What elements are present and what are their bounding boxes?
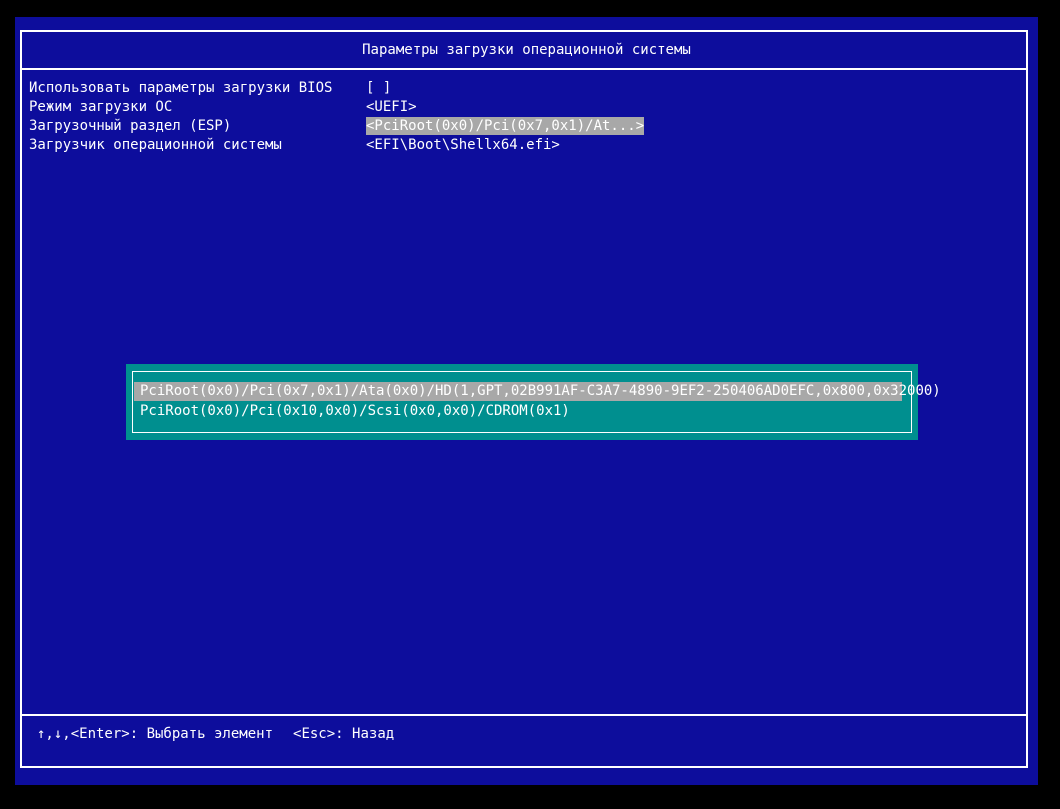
header-divider bbox=[20, 68, 1028, 70]
page-title: Параметры загрузки операционной системы bbox=[362, 42, 691, 58]
footer-nav-keys: ↑,↓,<Enter> bbox=[37, 726, 130, 742]
option-label-boot-mode: Режим загрузки ОС bbox=[29, 99, 173, 115]
popup-item-scsi-cdrom[interactable]: PciRoot(0x0)/Pci(0x10,0x0)/Scsi(0x0,0x0)… bbox=[134, 402, 570, 421]
footer-nav-action: : Выбрать элемент bbox=[129, 726, 274, 742]
option-value-os-loader[interactable]: <EFI\Boot\Shellx64.efi> bbox=[366, 136, 560, 154]
option-value-boot-mode[interactable]: <UEFI> bbox=[366, 98, 417, 116]
footer-back-action: : Назад bbox=[335, 726, 395, 742]
bios-screen: Параметры загрузки операционной системы … bbox=[15, 17, 1038, 785]
footer-back-key: <Esc> bbox=[293, 726, 336, 742]
esp-selection-popup: PciRoot(0x0)/Pci(0x7,0x1)/Ata(0x0)/HD(1,… bbox=[126, 364, 941, 440]
popup-item-ata-hd[interactable]: PciRoot(0x0)/Pci(0x7,0x1)/Ata(0x0)/HD(1,… bbox=[134, 382, 941, 401]
option-value-bios-params-checkbox[interactable]: [ ] bbox=[366, 79, 391, 97]
footer-divider bbox=[20, 714, 1028, 716]
footer-help: ↑,↓,<Enter>: Выбрать элемент <Esc>: Назад bbox=[37, 725, 394, 743]
option-label-os-loader: Загрузчик операционной системы bbox=[29, 137, 282, 153]
option-value-esp[interactable]: <PciRoot(0x0)/Pci(0x7,0x1)/At...> bbox=[366, 117, 645, 135]
option-label-bios-params: Использовать параметры загрузки BIOS bbox=[29, 80, 333, 96]
option-label-esp: Загрузочный раздел (ESP) bbox=[29, 118, 232, 134]
